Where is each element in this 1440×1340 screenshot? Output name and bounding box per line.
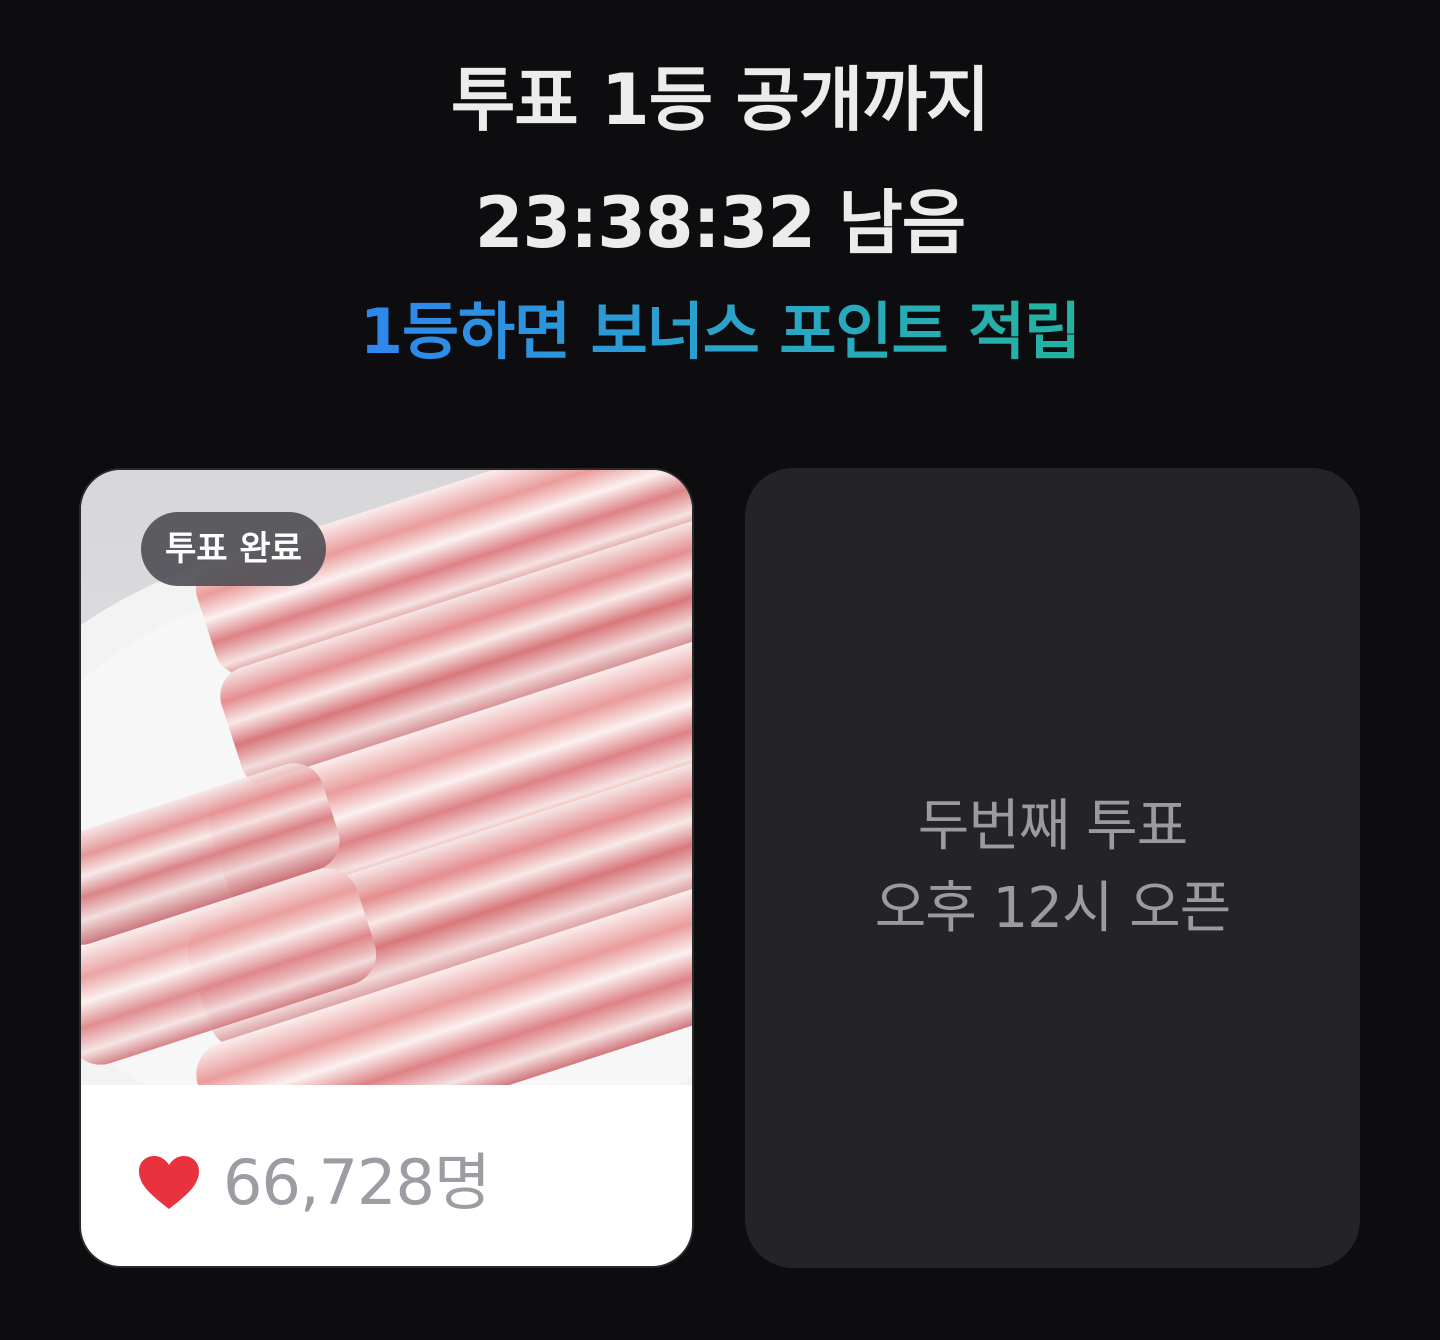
vote-complete-badge: 투표 완료 (141, 512, 326, 586)
bonus-text-label: 1등하면 보너스 포인트 적립 (359, 295, 1081, 368)
countdown-timer: 23:38:32 남음 (474, 182, 966, 264)
upcoming-vote-card: 두번째 투표 오후 12시 오픈 (745, 468, 1360, 1268)
pork-belly-photo: 투표 완료 (81, 470, 692, 1085)
countdown-title: 투표 1등 공개까지 (450, 59, 990, 141)
vote-screen: 투표 1등 공개까지 23:38:32 남음 1등하면 보너스 포인트 적립 투… (0, 0, 1440, 1340)
voted-candidate-card[interactable]: 투표 완료 66,728명 (79, 468, 694, 1268)
upcoming-vote-open-time: 오후 12시 오픈 (874, 876, 1231, 941)
bonus-text: 1등하면 보너스 포인트 적립 (0, 292, 1440, 372)
heart-icon (139, 1156, 199, 1209)
vote-count: 66,728명 (223, 1146, 491, 1219)
upcoming-vote-title: 두번째 투표 (917, 794, 1188, 859)
vote-count-row: 66,728명 (137, 1138, 491, 1228)
